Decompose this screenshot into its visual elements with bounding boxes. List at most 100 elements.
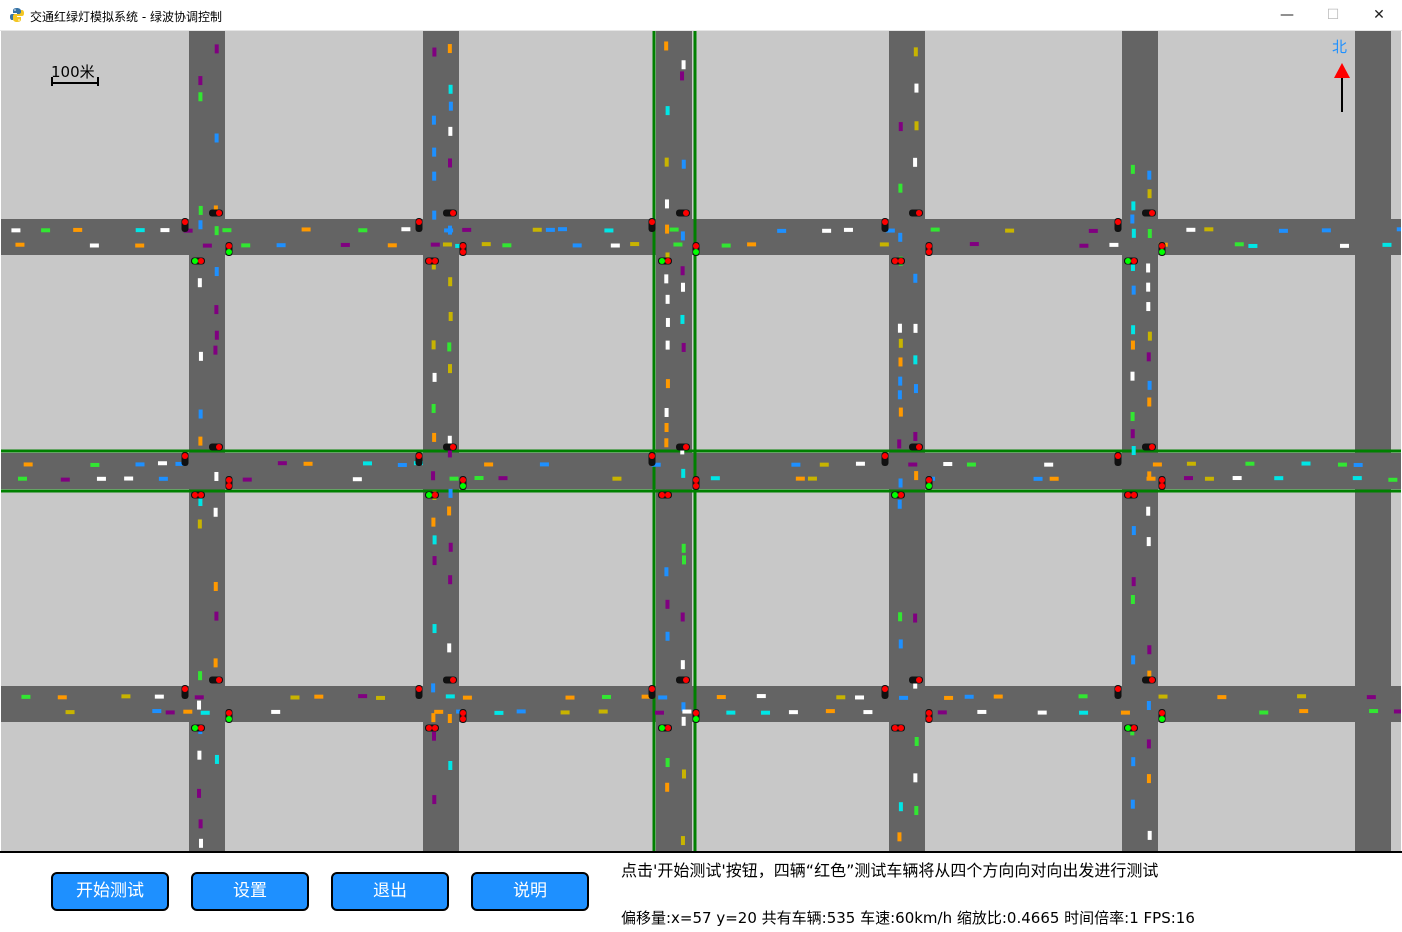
vehicle — [214, 611, 219, 621]
north-label: 北 — [1332, 38, 1347, 56]
simulation-canvas[interactable]: 100米 北 — [1, 31, 1401, 851]
vehicle — [1352, 476, 1362, 481]
vehicle — [198, 409, 203, 419]
traffic-light-icon — [181, 685, 189, 699]
vehicle — [664, 438, 669, 448]
vehicle — [165, 710, 175, 715]
settings-button[interactable]: 设置 — [191, 872, 309, 911]
vehicle — [930, 227, 940, 232]
traffic-light-icon — [415, 685, 423, 699]
vehicle — [303, 461, 313, 466]
vehicle — [462, 227, 472, 232]
traffic-light-icon — [925, 476, 933, 490]
traffic-light-icon — [191, 257, 205, 265]
vehicle — [1078, 694, 1088, 699]
vehicle — [432, 556, 437, 566]
vehicle — [863, 710, 873, 715]
vehicle — [60, 477, 70, 482]
vehicle — [557, 227, 567, 232]
vehicle — [664, 422, 669, 432]
vehicle — [448, 158, 453, 168]
vehicle — [154, 694, 164, 699]
vehicle — [969, 242, 979, 247]
vehicle — [1130, 214, 1135, 224]
vehicle — [726, 710, 736, 715]
vehicle — [194, 695, 204, 700]
traffic-light-icon — [891, 491, 905, 499]
vehicle — [352, 477, 362, 482]
traffic-light-icon — [181, 218, 189, 232]
vehicle — [432, 47, 437, 57]
traffic-light-icon — [225, 242, 233, 256]
traffic-light-icon — [648, 685, 656, 699]
maximize-button[interactable]: ☐ — [1310, 0, 1356, 31]
vehicle — [1337, 462, 1347, 467]
vehicle — [449, 476, 459, 481]
start-test-button[interactable]: 开始测试 — [51, 872, 169, 911]
vehicle — [445, 694, 455, 699]
vehicle — [135, 228, 145, 233]
vehicle — [241, 243, 251, 248]
vehicle — [1278, 228, 1288, 233]
vehicle — [183, 709, 193, 714]
vehicle — [498, 476, 508, 481]
vehicle — [447, 506, 452, 516]
traffic-light-icon — [181, 452, 189, 466]
vehicle — [290, 695, 300, 700]
vehicle — [358, 694, 368, 699]
vehicle — [1131, 526, 1136, 536]
vehicle — [358, 228, 368, 233]
road-ew — [1, 686, 1401, 722]
vehicle — [1130, 594, 1135, 604]
vehicle — [855, 695, 865, 700]
vehicle — [152, 709, 162, 714]
vehicle — [1259, 710, 1269, 715]
vehicle — [431, 471, 436, 481]
vehicle — [1130, 371, 1135, 381]
vehicle — [15, 242, 25, 247]
vehicle — [665, 631, 670, 641]
vehicle — [442, 242, 452, 247]
vehicle — [716, 695, 726, 700]
help-button[interactable]: 说明 — [471, 872, 589, 911]
vehicle — [362, 461, 372, 466]
vehicle — [665, 317, 670, 327]
vehicle — [213, 658, 218, 668]
vehicle — [610, 243, 620, 248]
close-button[interactable]: ✕ — [1356, 0, 1402, 31]
vehicle — [710, 476, 720, 481]
vehicle — [432, 624, 437, 634]
vehicle — [898, 802, 903, 812]
vehicle — [124, 476, 134, 481]
road-ns — [1355, 31, 1391, 851]
vehicle — [198, 76, 203, 86]
python-app-icon — [10, 8, 24, 22]
vehicle — [665, 782, 670, 792]
vehicle — [214, 471, 219, 481]
vehicle — [669, 227, 679, 232]
vehicle — [160, 228, 170, 233]
vehicle — [340, 242, 350, 247]
exit-button[interactable]: 退出 — [331, 872, 449, 911]
vehicle — [1130, 799, 1135, 809]
traffic-light-icon — [658, 257, 672, 265]
traffic-light-icon — [925, 242, 933, 256]
vehicle — [484, 462, 494, 467]
vehicle — [222, 228, 232, 233]
traffic-light-icon — [925, 709, 933, 723]
vehicle — [680, 231, 685, 241]
traffic-light-icon — [415, 218, 423, 232]
vehicle — [791, 462, 801, 467]
vehicle — [494, 710, 504, 715]
traffic-light-icon — [225, 476, 233, 490]
traffic-light-icon — [692, 709, 700, 723]
vehicle — [898, 478, 903, 488]
vehicle — [277, 461, 287, 466]
traffic-light-icon — [425, 491, 439, 499]
vehicle — [397, 462, 407, 467]
vehicle — [198, 819, 203, 829]
vehicle — [1183, 476, 1193, 481]
minimize-button[interactable]: — — [1264, 0, 1310, 31]
vehicle — [680, 612, 685, 622]
vehicle — [898, 122, 903, 132]
